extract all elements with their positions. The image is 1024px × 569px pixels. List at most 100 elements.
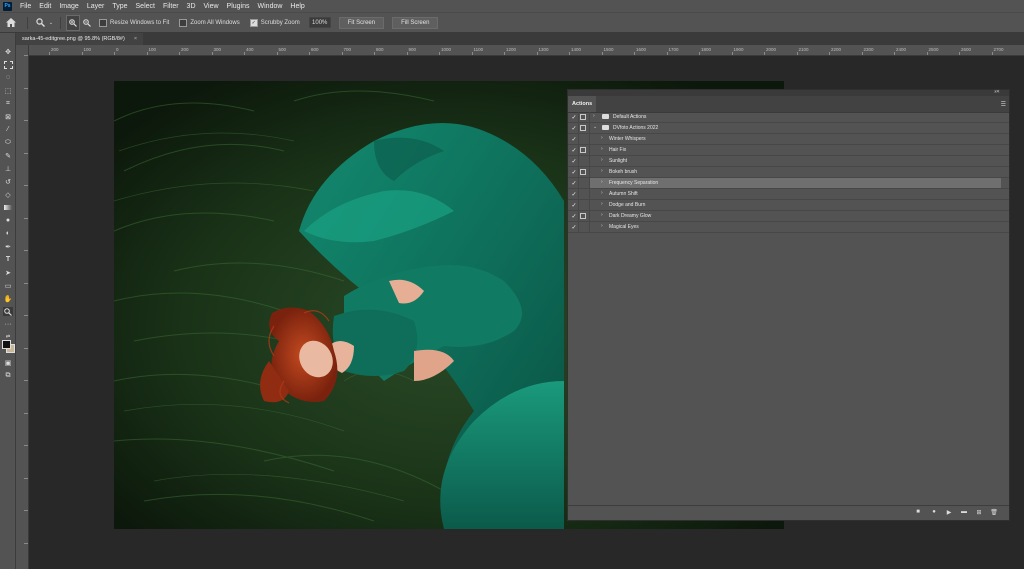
crop-tool-icon[interactable]: ⌗ — [3, 99, 13, 108]
resize-windows-checkbox[interactable]: Resize Windows to Fit — [99, 18, 169, 27]
chevron-right-icon[interactable]: › — [601, 190, 603, 196]
chevron-down-icon[interactable]: ⌄ — [593, 124, 597, 130]
menu-select[interactable]: Select — [132, 3, 159, 10]
zoom-percent-field[interactable]: 100% — [308, 17, 331, 28]
marquee-tool-icon[interactable] — [3, 60, 13, 69]
action-label-area[interactable]: ⌄ DVfoto Actions 2022 — [590, 123, 1001, 133]
zoom-in-icon[interactable] — [66, 14, 80, 31]
toggle-checkmark-icon[interactable]: ✓ — [571, 113, 577, 121]
history-brush-tool-icon[interactable]: ↺ — [3, 177, 13, 186]
action-row[interactable]: ✓ › Magical Eyes — [568, 222, 1009, 233]
chevron-right-icon[interactable]: › — [601, 168, 603, 174]
scrubby-zoom-checkbox[interactable]: ✓ Scrubby Zoom — [249, 18, 300, 27]
healing-brush-tool-icon[interactable]: ⬭ — [3, 138, 13, 147]
action-label-area[interactable]: › Winter Whispers — [590, 134, 1001, 144]
zoom-all-windows-checkbox[interactable]: Zoom All Windows — [179, 18, 240, 27]
vertical-ruler[interactable] — [16, 45, 29, 569]
menu-edit[interactable]: Edit — [35, 3, 55, 10]
action-label-area[interactable]: › Dark Dreamy Glow — [590, 211, 1001, 221]
toggle-checkmark-icon[interactable]: ✓ — [571, 168, 577, 176]
menu-plugins[interactable]: Plugins — [223, 3, 254, 10]
menu-window[interactable]: Window — [254, 3, 287, 10]
type-tool-icon[interactable]: T — [3, 255, 13, 264]
panel-menu-icon[interactable]: ☰ — [1001, 101, 1006, 108]
toggle-checkmark-icon[interactable]: ✓ — [571, 135, 577, 143]
dialog-toggle-icon[interactable] — [580, 213, 586, 219]
gradient-tool-icon[interactable] — [3, 203, 13, 212]
color-swatches[interactable] — [2, 340, 15, 353]
action-row[interactable]: ✓ › Bokeh brush — [568, 167, 1009, 178]
menu-layer[interactable]: Layer — [83, 3, 109, 10]
clone-stamp-tool-icon[interactable]: ⊥ — [3, 164, 13, 173]
chevron-right-icon[interactable]: › — [601, 157, 603, 163]
action-label-area[interactable]: › Magical Eyes — [590, 222, 1001, 232]
toggle-checkmark-icon[interactable]: ✓ — [571, 212, 577, 220]
chevron-right-icon[interactable]: › — [601, 212, 603, 218]
dialog-toggle-icon[interactable] — [580, 169, 586, 175]
action-row[interactable]: ✓ › Dark Dreamy Glow — [568, 211, 1009, 222]
dialog-toggle-icon[interactable] — [580, 147, 586, 153]
action-label-area[interactable]: › Hair Fix — [590, 145, 1001, 155]
quick-mask-icon[interactable]: ▣ — [3, 358, 13, 367]
menu-filter[interactable]: Filter — [159, 3, 183, 10]
collapse-panel-icon[interactable]: ›› ✕ — [994, 89, 1000, 95]
action-label-area[interactable]: › Bokeh brush — [590, 167, 1001, 177]
menu-type[interactable]: Type — [108, 3, 131, 10]
action-label-area[interactable]: › Autumn Shift — [590, 189, 1001, 199]
chevron-right-icon[interactable]: › — [593, 113, 595, 119]
dodge-tool-icon[interactable]: ◐ — [3, 229, 13, 238]
action-row[interactable]: ✓ › Autumn Shift — [568, 189, 1009, 200]
trash-icon[interactable]: 🗑 — [990, 509, 998, 516]
zoom-tool-active-icon[interactable] — [3, 307, 13, 316]
shape-tool-icon[interactable]: ▭ — [3, 281, 13, 290]
hand-tool-icon[interactable]: ✋ — [3, 294, 13, 303]
move-tool-icon[interactable]: ✥ — [3, 47, 13, 56]
eraser-tool-icon[interactable]: ◇ — [3, 190, 13, 199]
action-label-area[interactable]: › Default Actions — [590, 112, 1001, 122]
action-row[interactable]: ✓ › Dodge and Burn — [568, 200, 1009, 211]
chevron-right-icon[interactable]: › — [601, 223, 603, 229]
action-set-row[interactable]: ✓ › Default Actions — [568, 112, 1009, 123]
fit-screen-button[interactable]: Fit Screen — [338, 16, 385, 29]
path-selection-tool-icon[interactable]: ➤ — [3, 268, 13, 277]
lasso-tool-icon[interactable]: ◌ — [3, 73, 13, 82]
dialog-toggle-icon[interactable] — [580, 114, 586, 120]
foreground-color-swatch[interactable] — [2, 340, 11, 349]
stop-icon[interactable]: ■ — [914, 509, 922, 515]
zoom-tool-icon[interactable] — [33, 16, 47, 30]
screen-mode-icon[interactable]: ⧉ — [3, 371, 13, 380]
fill-screen-button[interactable]: Fill Screen — [392, 16, 439, 29]
menu-help[interactable]: Help — [286, 3, 308, 10]
object-selection-tool-icon[interactable]: ⬚ — [3, 86, 13, 95]
menu-file[interactable]: File — [16, 3, 35, 10]
dialog-toggle-icon[interactable] — [580, 125, 586, 131]
chevron-right-icon[interactable]: › — [601, 201, 603, 207]
toggle-checkmark-icon[interactable]: ✓ — [571, 124, 577, 132]
toggle-checkmark-icon[interactable]: ✓ — [571, 179, 577, 187]
eyedropper-tool-icon[interactable]: ⁄ — [3, 125, 13, 134]
toggle-checkmark-icon[interactable]: ✓ — [571, 190, 577, 198]
tool-preset-dropdown-icon[interactable]: ⌄ — [47, 16, 55, 30]
chevron-right-icon[interactable]: › — [601, 135, 603, 141]
action-row[interactable]: ✓ › Winter Whispers — [568, 134, 1009, 145]
zoom-out-icon[interactable] — [80, 16, 94, 30]
frame-tool-icon[interactable]: ⊠ — [3, 112, 13, 121]
toggle-checkmark-icon[interactable]: ✓ — [571, 223, 577, 231]
record-icon[interactable]: ● — [930, 509, 938, 515]
play-icon[interactable]: ▶ — [945, 509, 953, 516]
action-set-row[interactable]: ✓ ⌄ DVfoto Actions 2022 — [568, 123, 1009, 134]
toggle-checkmark-icon[interactable]: ✓ — [571, 201, 577, 209]
horizontal-ruler[interactable]: 200 100 0 100 200 300 400 500 600 700 800 900 1000 11… — [29, 45, 1024, 56]
more-tools-icon[interactable]: ··· — [3, 320, 13, 329]
action-row[interactable]: ✓ › Hair Fix — [568, 145, 1009, 156]
menu-image[interactable]: Image — [55, 3, 82, 10]
toggle-checkmark-icon[interactable]: ✓ — [571, 146, 577, 154]
new-set-folder-icon[interactable]: ▬ — [960, 509, 968, 515]
tab-actions[interactable]: Actions — [568, 96, 597, 112]
toggle-checkmark-icon[interactable]: ✓ — [571, 157, 577, 165]
photoshop-logo-icon[interactable]: Ps — [3, 1, 12, 11]
action-row[interactable]: ✓ › Frequency Separation — [568, 178, 1009, 189]
pen-tool-icon[interactable]: ✒ — [3, 242, 13, 251]
document-tab[interactable]: sarka-45-editgree.png @ 95.8% (RGB/8#) × — [16, 33, 144, 45]
menu-3d[interactable]: 3D — [183, 3, 200, 10]
